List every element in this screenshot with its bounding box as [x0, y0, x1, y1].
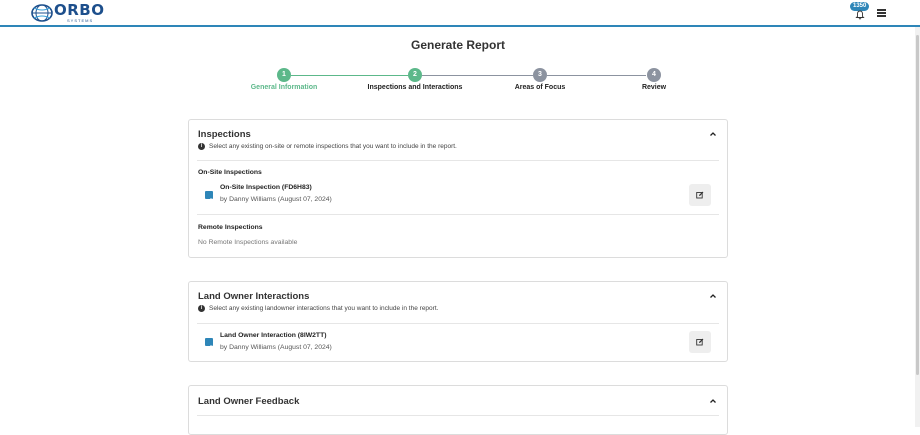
bell-icon	[855, 10, 865, 20]
logo-text: ORBO	[54, 1, 105, 19]
top-navbar: ORBO SYSTEMS 1350	[0, 0, 920, 27]
check-icon	[206, 198, 212, 203]
chevron-up-icon[interactable]	[709, 397, 717, 405]
interactions-info: i Select any existing landowner interact…	[198, 305, 438, 312]
remote-inspections-heading: Remote Inspections	[198, 224, 263, 231]
feedback-card: Land Owner Feedback	[188, 385, 728, 435]
chevron-up-icon[interactable]	[709, 130, 717, 138]
step-3-label[interactable]: Areas of Focus	[480, 84, 600, 91]
info-icon: i	[198, 143, 205, 150]
report-stepper: 1 2 3 4 General Information Inspections …	[0, 67, 916, 97]
hamburger-menu-icon[interactable]	[877, 9, 886, 17]
interaction-checkbox[interactable]	[205, 338, 213, 350]
step-connector-3-4	[547, 75, 646, 76]
edit-icon	[696, 191, 704, 199]
edit-interaction-button[interactable]	[689, 331, 711, 353]
feedback-card-title: Land Owner Feedback	[198, 396, 300, 407]
edit-onsite-inspection-button[interactable]	[689, 184, 711, 206]
inspections-info-text: Select any existing on-site or remote in…	[209, 143, 457, 150]
edit-icon	[696, 338, 704, 346]
orbo-logo[interactable]: ORBO SYSTEMS	[31, 2, 104, 23]
logo-subtext: SYSTEMS	[67, 18, 94, 23]
step-connector-2-3	[422, 75, 533, 76]
step-4-circle[interactable]: 4	[647, 68, 661, 82]
step-1-circle[interactable]: 1	[277, 68, 291, 82]
divider	[197, 214, 719, 215]
globe-logo-icon	[31, 4, 53, 22]
step-3-circle[interactable]: 3	[533, 68, 547, 82]
interactions-card-title: Land Owner Interactions	[198, 291, 310, 302]
divider	[197, 323, 719, 324]
onsite-inspection-subtitle: by Danny Williams (August 07, 2024)	[220, 196, 332, 203]
scrollbar-thumb[interactable]	[916, 35, 919, 375]
info-icon: i	[198, 305, 205, 312]
chevron-up-icon[interactable]	[709, 292, 717, 300]
interactions-card: Land Owner Interactions i Select any exi…	[188, 281, 728, 362]
page-title: Generate Report	[410, 38, 506, 52]
onsite-inspection-title: On-Site Inspection (FD6H83)	[220, 184, 312, 191]
check-icon	[206, 345, 212, 350]
remote-inspections-empty-text: No Remote Inspections available	[198, 239, 298, 246]
notifications-button[interactable]: 1350	[850, 2, 870, 22]
interaction-title: Land Owner Interaction (8IW2TT)	[220, 332, 327, 339]
step-4-label[interactable]: Review	[594, 84, 714, 91]
step-connector-1-2	[291, 75, 408, 76]
divider	[197, 160, 719, 161]
divider	[197, 415, 719, 416]
onsite-inspections-heading: On-Site Inspections	[198, 169, 262, 176]
step-2-circle[interactable]: 2	[408, 68, 422, 82]
interaction-subtitle: by Danny Williams (August 07, 2024)	[220, 344, 332, 351]
inspections-info: i Select any existing on-site or remote …	[198, 143, 457, 150]
inspections-card: Inspections i Select any existing on-sit…	[188, 119, 728, 258]
step-1-label[interactable]: General Information	[224, 84, 344, 91]
interactions-info-text: Select any existing landowner interactio…	[209, 305, 439, 312]
step-2-label[interactable]: Inspections and Interactions	[355, 84, 475, 91]
onsite-inspection-checkbox[interactable]	[205, 191, 213, 203]
inspections-card-title: Inspections	[198, 129, 251, 140]
